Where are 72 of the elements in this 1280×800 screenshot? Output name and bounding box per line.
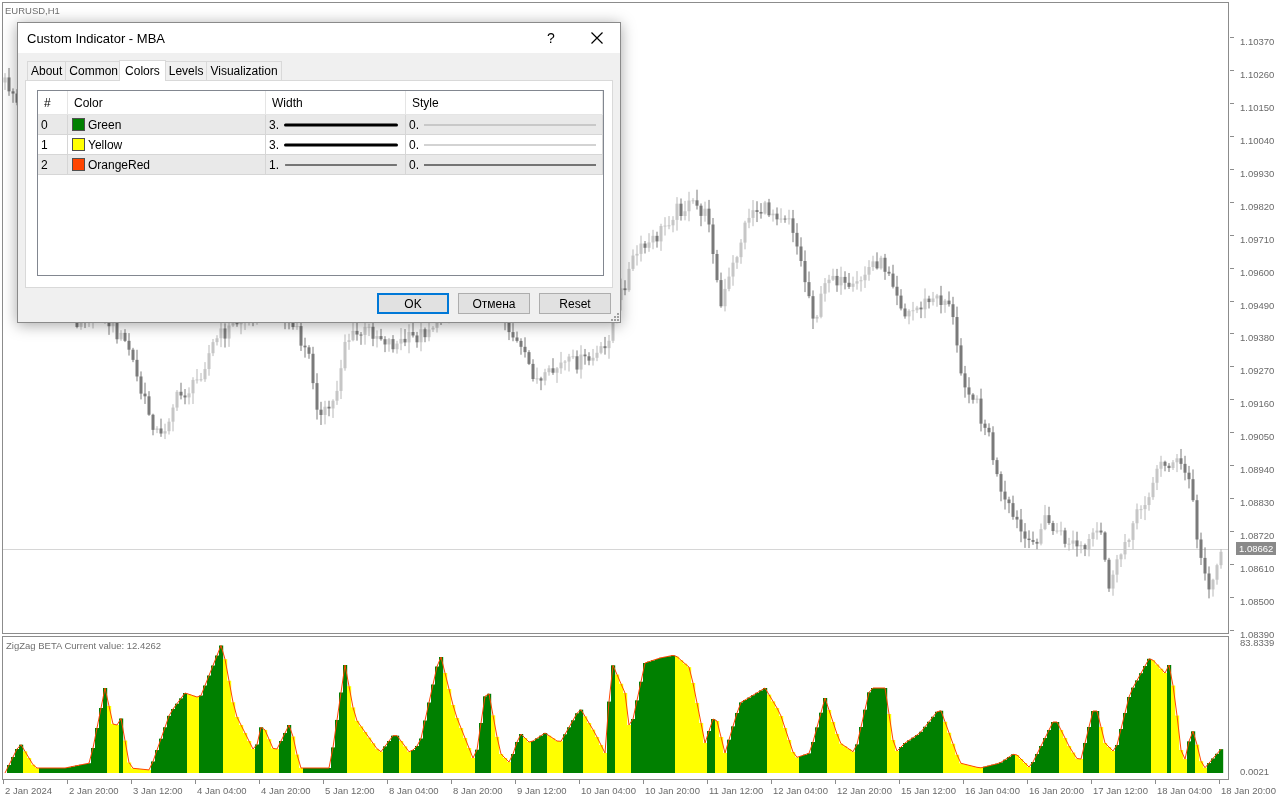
resize-grip-icon — [611, 313, 619, 321]
time-label: 12 Jan 04:00 — [773, 785, 828, 797]
price-label: 1.08500 — [1240, 595, 1275, 608]
line-width-sample-icon — [284, 122, 398, 127]
symbol-label: EURUSD,H1 — [5, 5, 60, 17]
color-name: Yellow — [88, 137, 123, 152]
time-label: 10 Jan 04:00 — [581, 785, 636, 797]
indicator-scale-label: 83.8339 — [1240, 637, 1275, 649]
price-label: 1.10370 — [1240, 36, 1275, 48]
table-row[interactable]: 1 Yellow 3. 0. — [38, 135, 603, 155]
price-label: 1.09380 — [1240, 332, 1275, 345]
price-label: 1.09490 — [1240, 299, 1275, 312]
style-value: 0. — [409, 137, 420, 152]
dialog-button[interactable]: Отмена — [458, 293, 530, 314]
time-label: 12 Jan 20:00 — [837, 785, 892, 797]
index-text: 2 — [41, 157, 48, 172]
line-width-sample-icon — [284, 162, 398, 167]
time-label: 15 Jan 12:00 — [901, 785, 956, 797]
price-label: 1.08830 — [1240, 497, 1275, 510]
help-button[interactable]: ? — [528, 23, 574, 53]
time-label: 18 Jan 20:00 — [1221, 785, 1276, 797]
index-text: 0 — [41, 117, 48, 132]
price-label: 1.09050 — [1240, 431, 1275, 444]
price-label: 1.09820 — [1240, 200, 1275, 213]
time-label: 2 Jan 20:00 — [69, 785, 119, 797]
tab[interactable]: Colors — [119, 60, 166, 81]
price-label: 1.09160 — [1240, 398, 1275, 411]
table-row[interactable]: 2 OrangeRed 1. 0. — [38, 155, 603, 175]
close-icon — [591, 32, 603, 44]
time-label: 16 Jan 20:00 — [1029, 785, 1084, 797]
style-value: 0. — [409, 117, 420, 132]
price-label: 1.08390 — [1240, 628, 1275, 640]
indicator-label: ZigZag BETA Current value: 12.4262 — [6, 640, 162, 652]
time-label: 8 Jan 04:00 — [389, 785, 439, 797]
width-value: 3. — [269, 137, 280, 152]
time-label: 10 Jan 20:00 — [645, 785, 700, 797]
time-label: 2 Jan 2024 — [5, 785, 52, 797]
price-label: 1.09600 — [1240, 266, 1275, 279]
width-value: 1. — [269, 157, 280, 172]
time-label: 3 Jan 12:00 — [133, 785, 183, 797]
width-value: 3. — [269, 117, 280, 132]
price-label: 1.10150 — [1240, 101, 1275, 114]
time-label: 5 Jan 12:00 — [325, 785, 375, 797]
color-name: OrangeRed — [88, 157, 151, 172]
price-label: 1.08940 — [1240, 464, 1275, 477]
tab[interactable]: Visualization — [206, 61, 282, 80]
dialog-button[interactable]: OK — [377, 293, 449, 314]
current-price-label: 1.08662 — [1236, 542, 1277, 555]
price-label: 1.08610 — [1240, 563, 1275, 575]
time-label: 17 Jan 12:00 — [1093, 785, 1148, 797]
dialog-button[interactable]: Reset — [539, 293, 611, 314]
indicator-scale-label: 0.0021 — [1240, 766, 1270, 778]
style-value: 0. — [409, 157, 420, 172]
time-label: 9 Jan 12:00 — [517, 785, 567, 797]
price-label: 1.10260 — [1240, 68, 1275, 81]
time-label: 16 Jan 04:00 — [965, 785, 1020, 797]
time-label: 8 Jan 20:00 — [453, 785, 503, 797]
dialog-title: Custom Indicator - MBA — [27, 30, 166, 46]
price-label: 1.10040 — [1240, 134, 1275, 147]
index-text: 1 — [41, 137, 48, 152]
tab[interactable]: About — [27, 61, 67, 80]
price-label: 1.09930 — [1240, 167, 1275, 180]
price-label: 1.09270 — [1240, 365, 1275, 378]
time-label: 4 Jan 04:00 — [197, 785, 247, 797]
price-label: 1.08720 — [1240, 530, 1275, 543]
price-label: 1.09710 — [1240, 233, 1275, 246]
time-label: 18 Jan 04:00 — [1157, 785, 1212, 797]
time-label: 4 Jan 20:00 — [261, 785, 311, 797]
line-width-sample-icon — [284, 142, 398, 147]
table-row[interactable]: 0 Green 3. 0. — [38, 115, 603, 135]
color-name: Green — [88, 117, 122, 132]
time-label: 11 Jan 12:00 — [709, 785, 764, 797]
